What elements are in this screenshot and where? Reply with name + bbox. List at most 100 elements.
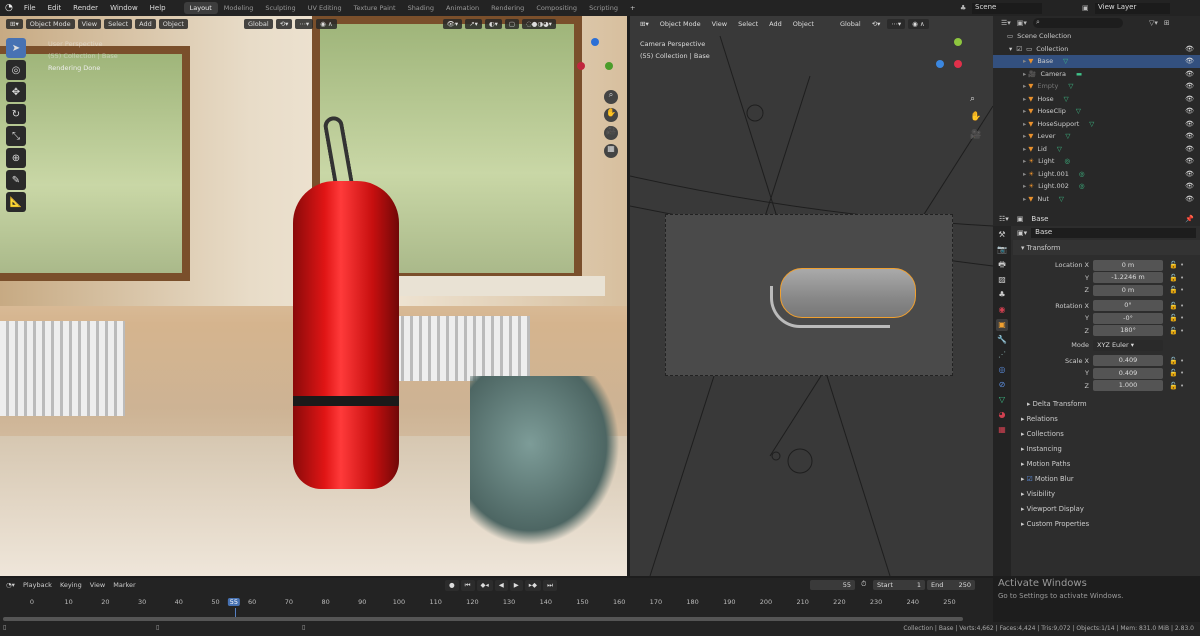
data-tab-icon[interactable]: ▽ <box>996 394 1008 406</box>
zoom-icon[interactable]: ⌕ <box>604 90 618 104</box>
lock-icon[interactable]: 🔓 • <box>1169 382 1184 390</box>
tab-rendering[interactable]: Rendering <box>485 2 530 14</box>
outliner-item[interactable]: ▸ ▼ Empty ▽ 👁 <box>993 80 1200 93</box>
lock-icon[interactable]: 🔓 • <box>1169 274 1184 282</box>
object-menu[interactable]: Object <box>789 19 818 29</box>
outliner-item[interactable]: ▸ ☀ Light ◎ 👁 <box>993 155 1200 168</box>
outliner-search-input[interactable]: ⌕ <box>1032 18 1123 28</box>
view-layer-tab-icon[interactable]: ▨ <box>996 274 1008 286</box>
tab-sculpting[interactable]: Sculpting <box>259 2 301 14</box>
location-z-field[interactable]: 0 m <box>1093 284 1163 296</box>
editor-type-button[interactable]: ⊞▾ <box>6 19 23 29</box>
pan-icon[interactable]: ✋ <box>604 108 618 122</box>
navigation-gizmo[interactable] <box>575 38 615 78</box>
view-layer-selector[interactable]: View Layer <box>1095 3 1170 14</box>
display-mode-icon[interactable]: ☰▾ <box>1001 19 1011 27</box>
snap-icon[interactable]: ⋯▾ <box>887 19 906 29</box>
rotate-tool-icon[interactable]: ↻ <box>6 104 26 124</box>
scene-selector[interactable]: Scene <box>972 3 1042 14</box>
checkbox-icon[interactable]: ☑ <box>1016 45 1022 53</box>
rotation-mode-select[interactable]: XYZ Euler ▾ <box>1093 339 1163 351</box>
location-y-field[interactable]: -1.2246 m <box>1093 272 1163 284</box>
checkbox-icon[interactable]: ☑ <box>1027 475 1035 483</box>
cursor-tool-icon[interactable]: ◎ <box>6 60 26 80</box>
pin-icon[interactable]: 📌 <box>1185 215 1194 223</box>
pan-icon[interactable]: ✋ <box>970 112 981 122</box>
output-tab-icon[interactable]: 🖶 <box>996 259 1008 271</box>
eye-icon[interactable]: 👁 <box>1185 132 1194 140</box>
modifier-tab-icon[interactable]: 🔧 <box>996 334 1008 346</box>
navigation-gizmo[interactable] <box>932 38 972 78</box>
scale-y-field[interactable]: 0.409 <box>1093 367 1163 379</box>
panel-header[interactable]: ▸ Custom Properties <box>1013 516 1200 531</box>
visibility-icon[interactable]: 👁▾ <box>442 19 463 29</box>
scale-x-field[interactable]: 0.409 <box>1093 355 1163 367</box>
tab-texture-paint[interactable]: Texture Paint <box>348 2 402 14</box>
mode-selector[interactable]: Object Mode <box>656 19 705 29</box>
eye-icon[interactable]: 👁 <box>1185 57 1194 65</box>
rotation-y-field[interactable]: -0° <box>1093 312 1163 324</box>
panel-header[interactable]: ▸ Instancing <box>1013 441 1200 456</box>
panel-header[interactable]: ▸ Relations <box>1013 411 1200 426</box>
location-x-field[interactable]: 0 m <box>1093 259 1163 271</box>
panel-header[interactable]: ▸ Collections <box>1013 426 1200 441</box>
world-tab-icon[interactable]: ◉ <box>996 304 1008 316</box>
object-tab-icon[interactable]: ▣ <box>996 319 1008 331</box>
timeline-scrollbar[interactable] <box>3 617 963 621</box>
delta-transform-subpanel[interactable]: ▸ Delta Transform <box>1013 396 1200 411</box>
eye-icon[interactable]: 👁 <box>1185 157 1194 165</box>
constraints-tab-icon[interactable]: ⊘ <box>996 379 1008 391</box>
eye-icon[interactable]: 👁 <box>1185 120 1194 128</box>
tab-layout[interactable]: Layout <box>183 2 218 14</box>
panel-header[interactable]: ▸ Visibility <box>1013 486 1200 501</box>
outliner-item[interactable]: ▸ ▼ Nut ▽ 👁 <box>993 193 1200 206</box>
new-collection-icon[interactable]: ⊞ <box>1164 19 1170 27</box>
viewport-camera[interactable]: Camera Perspective (55) Collection | Bas… <box>630 16 993 576</box>
transform-panel-header[interactable]: ▾ Transform <box>1013 240 1200 255</box>
orientation-selector[interactable]: Global <box>836 19 865 29</box>
view-menu[interactable]: View <box>77 19 102 29</box>
outliner-item[interactable]: ▸ ▼ Hose ▽ 👁 <box>993 93 1200 106</box>
filter-icon[interactable]: ▽▾ <box>1149 19 1158 27</box>
object-menu[interactable]: Object <box>158 19 188 29</box>
scale-tool-icon[interactable]: ⤡ <box>6 126 26 146</box>
annotate-tool-icon[interactable]: ✎ <box>6 170 26 190</box>
eye-icon[interactable]: 👁 <box>1185 145 1194 153</box>
outliner-item[interactable]: ▸ ☀ Light.001 ◎ 👁 <box>993 168 1200 181</box>
add-menu[interactable]: Add <box>135 19 156 29</box>
menu-window[interactable]: Window <box>104 4 144 12</box>
scale-z-field[interactable]: 1.000 <box>1093 380 1163 392</box>
collection-row[interactable]: ▾ ☑ ▭ Collection 👁 <box>993 43 1200 56</box>
proportional-edit-icon[interactable]: ◉ ∧ <box>908 19 929 29</box>
scene-tab-icon[interactable]: ♣ <box>996 289 1008 301</box>
outliner-item[interactable]: ▸ ▼ HoseSupport ▽ 👁 <box>993 118 1200 131</box>
lock-icon[interactable]: 🔓 • <box>1169 286 1184 294</box>
snap-icon[interactable]: ⋯▾ <box>295 19 314 29</box>
outliner-item[interactable]: ▸ 🎥 Camera ▬ 👁 <box>993 68 1200 81</box>
menu-edit[interactable]: Edit <box>42 4 68 12</box>
scene-collection-row[interactable]: ▭ Scene Collection <box>993 30 1200 43</box>
mode-selector[interactable]: Object Mode <box>25 19 75 29</box>
particles-tab-icon[interactable]: ⋰ <box>996 349 1008 361</box>
panel-header[interactable]: ▸ Motion Paths <box>1013 456 1200 471</box>
outliner-item[interactable]: ▸ ▼ Base ▽ 👁 <box>993 55 1200 68</box>
lock-icon[interactable]: 🔓 • <box>1169 327 1184 335</box>
tab-animation[interactable]: Animation <box>440 2 485 14</box>
menu-render[interactable]: Render <box>67 4 104 12</box>
eye-icon[interactable]: 👁 <box>1185 45 1194 53</box>
panel-header[interactable]: ▸ Viewport Display <box>1013 501 1200 516</box>
menu-help[interactable]: Help <box>144 4 172 12</box>
select-tool-icon[interactable]: ➤ <box>6 38 26 58</box>
texture-tab-icon[interactable]: ▦ <box>996 424 1008 436</box>
editor-type-button[interactable]: ⊞▾ <box>636 19 653 29</box>
eye-icon[interactable]: 👁 <box>1185 107 1194 115</box>
outliner-item[interactable]: ▸ ☀ Light.002 ◎ 👁 <box>993 180 1200 193</box>
tab-shading[interactable]: Shading <box>402 2 440 14</box>
select-menu[interactable]: Select <box>104 19 133 29</box>
shading-modes-icon[interactable]: ◌●◑◕▾ <box>522 19 556 29</box>
eye-icon[interactable]: 👁 <box>1185 82 1194 90</box>
proportional-edit-icon[interactable]: ◉ ∧ <box>316 19 337 29</box>
tab-uv-editing[interactable]: UV Editing <box>302 2 348 14</box>
camera-view-icon[interactable]: 🎥 <box>970 130 981 140</box>
add-workspace-button[interactable]: + <box>624 2 641 14</box>
